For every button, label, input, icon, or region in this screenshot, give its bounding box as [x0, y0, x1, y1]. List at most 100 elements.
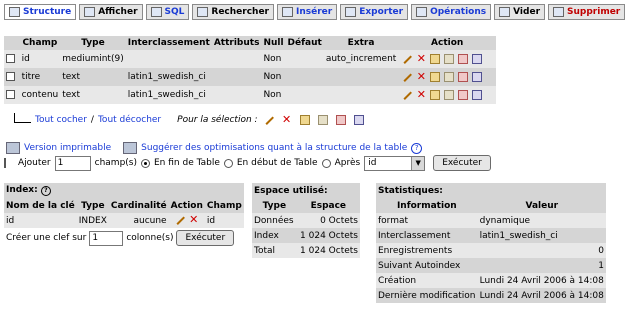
radio-end-of-table[interactable]	[141, 158, 150, 168]
create-key-label: Créer une clef sur	[6, 233, 87, 243]
suggest-optimization-link[interactable]: Suggérer des optimisations quant à la st…	[141, 143, 407, 153]
table-cell	[125, 50, 212, 68]
unique-icon[interactable]	[458, 89, 469, 100]
table-cell	[285, 68, 324, 86]
uncheck-all-link[interactable]: Tout décocher	[98, 115, 161, 125]
drop-icon	[553, 7, 565, 17]
radio-after[interactable]	[321, 158, 331, 168]
tab-label: Exporter	[359, 7, 404, 17]
index-field: id	[204, 213, 244, 228]
edit-icon[interactable]	[402, 89, 413, 100]
table-row: format dynamique	[376, 213, 606, 228]
delete-icon[interactable]: ✕	[416, 53, 426, 64]
table-cell: Non	[261, 68, 286, 86]
table-cell	[211, 68, 262, 86]
index-icon[interactable]	[444, 53, 455, 64]
tab-supprimer[interactable]: Supprimer	[548, 4, 626, 20]
unique-icon[interactable]	[335, 115, 346, 125]
table-row: Interclassement latin1_swedish_ci	[376, 228, 606, 243]
row-checkbox[interactable]	[6, 72, 15, 81]
index-icon[interactable]	[444, 89, 455, 100]
help-icon[interactable]: ?	[411, 142, 423, 154]
tab-sql[interactable]: SQL	[145, 4, 190, 20]
columns-label: colonne(s)	[126, 233, 174, 243]
space-title: Espace utilisé:	[252, 183, 360, 198]
table-cell: auto_increment	[323, 50, 399, 68]
fulltext-icon[interactable]	[472, 71, 483, 82]
edit-icon[interactable]	[263, 115, 274, 125]
tab-label: Afficher	[98, 7, 138, 17]
primary-key-icon[interactable]	[430, 89, 441, 100]
tab-inserer[interactable]: Insérer	[277, 4, 338, 20]
chevron-down-icon: ▼	[411, 156, 425, 170]
primary-key-icon[interactable]	[299, 115, 310, 125]
table-row: Index 1 024 Octets	[252, 228, 360, 243]
delete-icon[interactable]: ✕	[282, 114, 292, 125]
tab-structure[interactable]: Structure	[4, 4, 77, 20]
delete-icon[interactable]: ✕	[416, 89, 426, 100]
delete-icon[interactable]: ✕	[416, 71, 426, 82]
table-row: Suivant Autoindex 1	[376, 258, 606, 273]
index-keyname: id	[4, 213, 77, 228]
index-type: INDEX	[76, 213, 109, 228]
primary-key-icon[interactable]	[430, 53, 441, 64]
table-row: Création Lundi 24 Avril 2006 à 14:08	[376, 273, 606, 288]
field-count-input[interactable]: 1	[54, 155, 91, 171]
edit-icon[interactable]	[174, 215, 185, 226]
index-icon[interactable]	[444, 71, 455, 82]
fields-label: champ(s)	[94, 158, 137, 168]
unique-icon[interactable]	[458, 53, 469, 64]
table-cell: latin1_swedish_ci	[125, 86, 212, 104]
edit-icon[interactable]	[402, 71, 413, 82]
search-icon	[197, 7, 209, 17]
check-all-link[interactable]: Tout cocher	[35, 115, 87, 125]
add-fields-form: Ajouter 1 champ(s) En fin de Table En dé…	[4, 155, 491, 171]
selection-bar: Tout cocher / Tout décocher Pour la séle…	[14, 113, 366, 125]
for-selection-label: Pour la sélection :	[177, 115, 258, 125]
table-cell: mediumint(9)	[60, 50, 126, 68]
table-row: titre text latin1_swedish_ci Non ✕	[4, 68, 496, 86]
row-checkbox[interactable]	[6, 90, 15, 99]
fulltext-icon[interactable]	[353, 115, 364, 125]
table-row: Enregistrements 0	[376, 243, 606, 258]
tab-operations[interactable]: Opérations	[411, 4, 492, 20]
table-row: Dernière modification Lundi 24 Avril 2006…	[376, 288, 606, 303]
index-cardinality: aucune	[108, 213, 169, 228]
after-field-select[interactable]: id ▼	[364, 155, 426, 171]
index-col-cardinality: Cardinalité	[108, 198, 169, 213]
help-icon[interactable]: ?	[40, 186, 51, 196]
structure-icon	[9, 7, 20, 17]
print-view-link[interactable]: Version imprimable	[24, 143, 111, 153]
row-checkbox[interactable]	[6, 54, 15, 63]
primary-key-icon[interactable]	[430, 71, 441, 82]
tab-label: Opérations	[430, 7, 487, 17]
tab-rechercher[interactable]: Rechercher	[192, 4, 274, 20]
index-panel: Index: ? Nom de la clé Type Cardinalité …	[4, 183, 244, 248]
delete-icon[interactable]: ✕	[189, 214, 199, 225]
index-title: Index:	[6, 185, 38, 195]
tab-vider[interactable]: Vider	[494, 4, 546, 20]
index-icon[interactable]	[317, 115, 328, 125]
empty-icon	[499, 7, 511, 17]
create-key-button[interactable]: Exécuter	[176, 230, 235, 246]
table-cell: Non	[261, 50, 286, 68]
execute-add-button[interactable]: Exécuter	[433, 155, 491, 171]
tab-exporter[interactable]: Exporter	[340, 4, 409, 20]
table-icon	[84, 7, 96, 17]
unique-icon[interactable]	[458, 71, 469, 82]
key-columns-input[interactable]: 1	[89, 230, 124, 246]
fulltext-icon[interactable]	[472, 89, 483, 100]
col-extra: Extra	[323, 36, 399, 50]
fulltext-icon[interactable]	[472, 53, 483, 64]
stats-title: Statistiques:	[376, 183, 606, 198]
tab-afficher[interactable]: Afficher	[79, 4, 143, 20]
col-defaut: Défaut	[285, 36, 324, 50]
end-of-table-label: En fin de Table	[154, 158, 220, 168]
radio-start-of-table[interactable]	[223, 158, 233, 168]
after-field-value: id	[368, 158, 377, 168]
table-cell: id	[19, 50, 61, 68]
after-label: Après	[334, 158, 361, 168]
edit-icon[interactable]	[402, 53, 413, 64]
table-cell: contenu	[19, 86, 61, 104]
tab-label: SQL	[164, 7, 185, 17]
